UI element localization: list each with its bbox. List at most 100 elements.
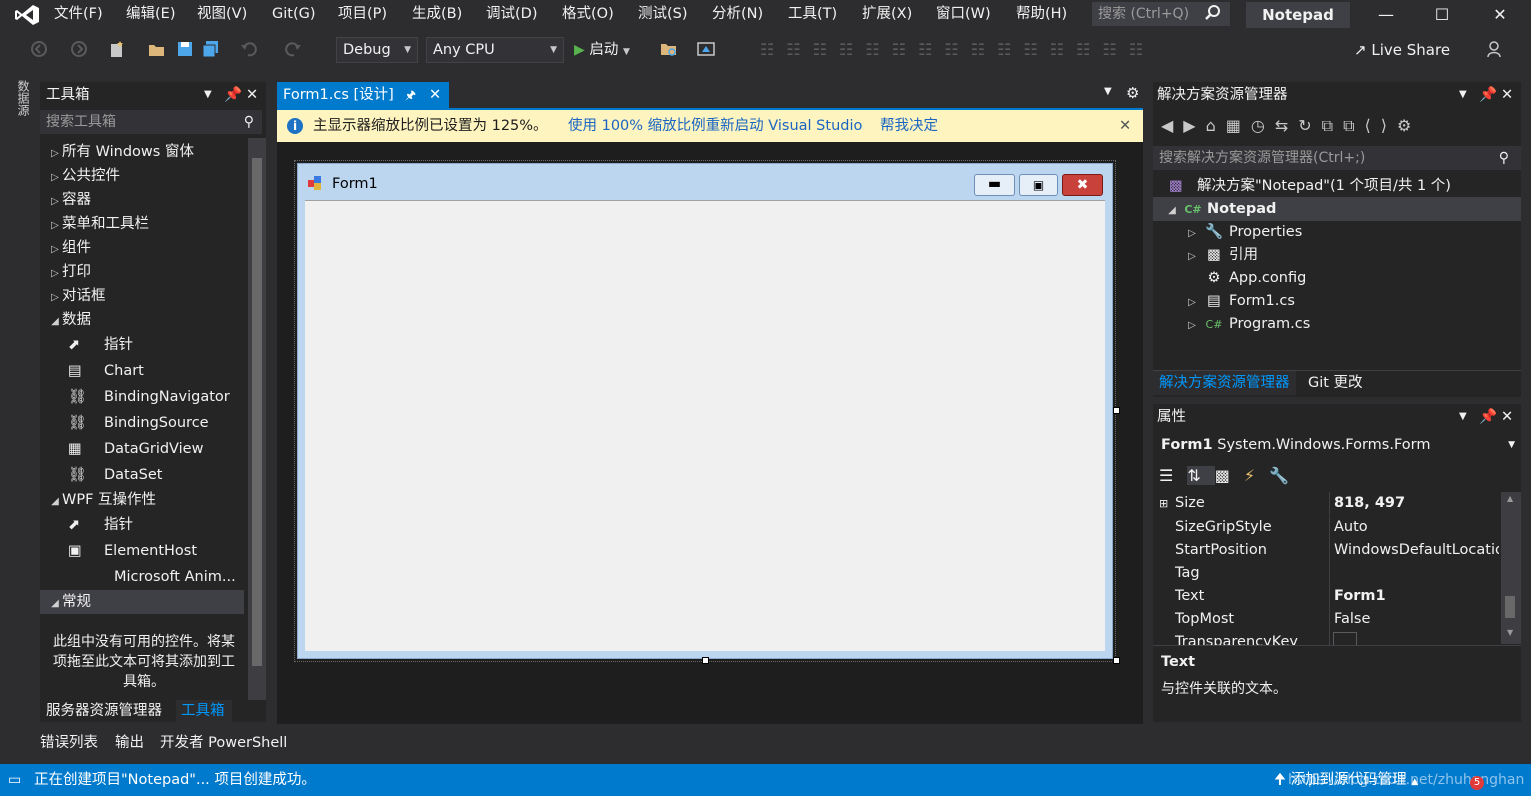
menu-tools[interactable]: 工具(T) (788, 0, 837, 30)
prop-row-transparencykey[interactable]: TransparencyKey (1155, 631, 1501, 645)
tab-error-list[interactable]: 错误列表 (40, 730, 98, 756)
properties-scrollbar[interactable]: ▲ ▼ (1501, 492, 1521, 644)
project-node[interactable]: ◢ C# Notepad (1153, 197, 1521, 221)
events-lightning-icon[interactable]: ⚡ (1244, 466, 1269, 485)
menu-view[interactable]: 视图(V) (197, 0, 247, 30)
tab-solution-explorer[interactable]: 解决方案资源管理器 (1153, 371, 1296, 395)
toolbox-category[interactable]: ▷ 容器 (40, 188, 91, 212)
toolbox-category-expanded[interactable]: ◢ 数据 (40, 308, 91, 332)
toolbox-category[interactable]: ▷ 菜单和工具栏 (40, 212, 149, 236)
tree-item-program[interactable]: ▷ C# Program.cs (1185, 312, 1310, 336)
navigate-forward-icon[interactable] (70, 40, 88, 58)
dropdown-icon[interactable]: ▼ (204, 82, 212, 108)
undo-icon[interactable] (240, 40, 258, 58)
add-source-control-button[interactable]: 🠉 添加到源代码管理 ▲ (1274, 764, 1418, 796)
pin-icon[interactable]: 📌 (1479, 404, 1497, 430)
expand-plus-icon[interactable]: ⊞ (1159, 492, 1168, 515)
layout-toolbar-icons[interactable]: ☷☷☷☷☷☷☷☷☷☷☷☷☷☷☷ (760, 38, 1220, 62)
data-sources-side-tab[interactable]: 数据源 (8, 80, 32, 140)
menu-help[interactable]: 帮助(H) (1016, 0, 1067, 30)
toolbox-item-chart[interactable]: ▤ Chart (40, 358, 144, 384)
tab-output[interactable]: 输出 (115, 730, 144, 756)
toolbox-item-bindingsource[interactable]: ⛓ BindingSource (40, 410, 209, 436)
menu-debug[interactable]: 调试(D) (486, 0, 537, 30)
solution-explorer-toolbar[interactable]: ◀▶⌂▦◷⇆↻⧉⧉⟨⟩⚙ (1161, 114, 1491, 138)
toolbox-item-dataset[interactable]: ⛓ DataSet (40, 462, 162, 488)
menu-git[interactable]: Git(G) (272, 0, 316, 30)
minimize-window-icon[interactable]: — (1366, 2, 1406, 28)
dropdown-icon[interactable]: ▼ (1459, 404, 1467, 430)
close-icon[interactable]: ✕ (1501, 404, 1513, 430)
prop-row-tag[interactable]: Tag (1155, 562, 1501, 585)
menu-format[interactable]: 格式(O) (562, 0, 614, 30)
solution-search-input[interactable]: 搜索解决方案资源管理器(Ctrl+;) ⚲ (1153, 146, 1521, 170)
settings-gear-icon[interactable]: ⚙ (1126, 84, 1139, 102)
toolbox-category[interactable]: ▷ 对话框 (40, 284, 105, 308)
menu-window[interactable]: 窗口(W) (936, 0, 991, 30)
restart-100-link[interactable]: 使用 100% 缩放比例重新启动 Visual Studio (568, 110, 862, 142)
object-selector[interactable]: Form1 System.Windows.Forms.Form ▼ (1153, 432, 1521, 458)
pin-icon[interactable]: 📌 (224, 82, 242, 108)
toolbox-item-pointer[interactable]: ⬈ 指针 (40, 332, 133, 358)
menu-build[interactable]: 生成(B) (412, 0, 462, 30)
prop-value[interactable]: Form1 (1334, 585, 1499, 608)
toolbox-category-expanded[interactable]: ◢ WPF 互操作性 (40, 488, 156, 512)
toolbox-item-bindingnavigator[interactable]: ⛓ BindingNavigator (40, 384, 230, 410)
toolbox-item-datagridview[interactable]: ▦ DataGridView (40, 436, 203, 462)
toolbox-category-expanded[interactable]: ◢ 常规 (40, 590, 244, 614)
property-pages-wrench-icon[interactable]: 🔧 (1269, 466, 1303, 485)
prop-value[interactable]: 818, 497 (1334, 492, 1499, 515)
maximize-window-icon[interactable]: ☐ (1422, 2, 1462, 28)
live-share-button[interactable]: ↗ Live Share (1354, 39, 1450, 61)
help-decide-link[interactable]: 帮我决定 (880, 110, 938, 142)
browse-folder-icon[interactable] (660, 40, 678, 58)
prop-row-startposition[interactable]: StartPosition WindowsDefaultLocation (1155, 539, 1501, 562)
tab-toolbox[interactable]: 工具箱 (176, 700, 232, 722)
close-icon[interactable]: ✕ (1501, 82, 1513, 108)
close-icon[interactable]: ✕ (246, 82, 258, 108)
properties-toolbar[interactable]: ☰⇅▩⚡🔧 (1159, 462, 1319, 490)
toolbox-category[interactable]: ▷ 组件 (40, 236, 91, 260)
menu-analyze[interactable]: 分析(N) (712, 0, 763, 30)
configuration-dropdown[interactable]: Debug ▼ (336, 37, 418, 63)
resize-handle-bottom[interactable] (702, 657, 709, 664)
resize-handle-right[interactable] (1113, 407, 1120, 414)
open-folder-icon[interactable] (148, 40, 166, 58)
resize-handle-corner[interactable] (1113, 657, 1120, 664)
form1-client-area[interactable] (305, 200, 1105, 651)
prop-row-text[interactable]: Text Form1 (1155, 585, 1501, 608)
tree-item-properties[interactable]: ▷ 🔧 Properties (1185, 220, 1302, 244)
navigate-back-icon[interactable] (30, 40, 48, 58)
toolbox-item-elementhost[interactable]: ▣ ElementHost (40, 538, 197, 564)
close-window-icon[interactable]: ✕ (1480, 2, 1520, 28)
pin-icon[interactable]: 🖈 (405, 82, 416, 108)
toolbox-category[interactable]: ▷ 所有 Windows 窗体 (40, 140, 194, 164)
search-icon[interactable] (1204, 4, 1222, 22)
prop-value[interactable]: Auto (1334, 516, 1499, 539)
tree-item-form1[interactable]: ▷ ▤ Form1.cs (1185, 289, 1295, 313)
categorized-icon[interactable]: ☰ (1159, 466, 1187, 485)
feedback-person-icon[interactable] (1486, 40, 1504, 58)
toolbox-item-microsoft-anim[interactable]: Microsoft Anim... (40, 564, 236, 590)
alphabetical-icon[interactable]: ⇅ (1187, 466, 1215, 485)
toolbox-category[interactable]: ▷ 公共控件 (40, 164, 120, 188)
menu-extensions[interactable]: 扩展(X) (862, 0, 912, 30)
save-all-icon[interactable] (202, 40, 220, 58)
prop-row-size[interactable]: ⊞ Size 818, 497 (1155, 492, 1501, 515)
tab-developer-powershell[interactable]: 开发者 PowerShell (160, 730, 287, 756)
platform-dropdown[interactable]: Any CPU ▼ (426, 37, 564, 63)
prop-value[interactable]: False (1334, 608, 1499, 631)
solution-node[interactable]: ▩ 解决方案"Notepad"(1 个项目/共 1 个) (1169, 174, 1451, 198)
close-tab-icon[interactable]: ✕ (429, 82, 441, 108)
close-infobar-icon[interactable]: ✕ (1119, 110, 1131, 142)
tab-git-changes[interactable]: Git 更改 (1308, 371, 1363, 395)
redo-icon[interactable] (284, 40, 302, 58)
toolbox-search-input[interactable]: 搜索工具箱 ⚲ (40, 110, 262, 134)
dropdown-icon[interactable]: ▼ (1459, 82, 1467, 108)
menu-file[interactable]: 文件(F) (54, 0, 103, 30)
menu-test[interactable]: 测试(S) (638, 0, 688, 30)
scroll-down-icon[interactable]: ▼ (1507, 628, 1513, 637)
browser-link-icon[interactable] (697, 40, 715, 58)
save-icon[interactable] (176, 40, 194, 58)
pin-icon[interactable]: 📌 (1479, 82, 1497, 108)
